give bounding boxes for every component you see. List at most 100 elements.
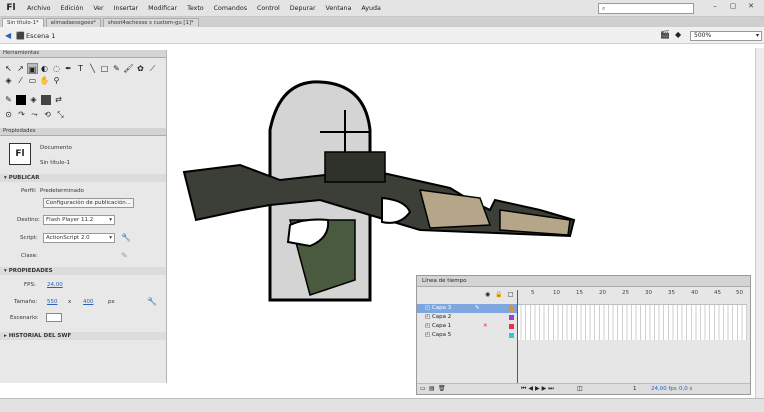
layer-row[interactable]: ◰ Capa 3 ✎ — [417, 304, 517, 313]
hand-tool-icon[interactable]: ✋ — [39, 75, 50, 86]
horizontal-scrollbar[interactable] — [0, 398, 764, 412]
smooth-icon[interactable]: ↷ — [16, 109, 27, 120]
properties-panel-title: Propiedades — [0, 128, 166, 136]
tab-sin-titulo[interactable]: Sin título-1* — [2, 18, 44, 27]
new-layer-icon[interactable]: ▭ — [420, 385, 426, 392]
zoom-select[interactable]: 500% ▾ — [690, 31, 762, 41]
menu-insertar[interactable]: Insertar — [109, 5, 144, 12]
edit-symbol-icon[interactable]: ◆ — [675, 30, 681, 39]
tick-20: 20 — [599, 290, 606, 296]
menu-edicion[interactable]: Edición — [56, 5, 89, 12]
height-value[interactable]: 400 — [83, 299, 94, 305]
onion-skin-icon[interactable]: ◫ — [577, 385, 583, 392]
scene-icon: ⬛ — [16, 32, 25, 40]
timeline-status-bar: ▭ ▤ 🗑 ⏮◀▶▶⏭ ◫ 1 24,00 fps 0,0 s — [417, 383, 750, 394]
tick-15: 15 — [576, 290, 583, 296]
stage-artwork[interactable] — [170, 70, 590, 310]
tick-5: 5 — [531, 290, 535, 296]
tab-alimada[interactable]: alimadaessgoes* — [45, 18, 101, 27]
free-transform-tool-icon[interactable]: ▣ — [27, 63, 38, 74]
pencil-icon[interactable]: ✎ — [121, 251, 128, 260]
document-fl-icon: Fl — [9, 143, 31, 165]
layer-row[interactable]: ◰ Capa 2 — [417, 313, 517, 322]
fill-color-swatch[interactable] — [41, 95, 51, 105]
profile-value: Predeterminado — [40, 188, 84, 194]
paint-bucket-tool-icon[interactable]: ◈ — [3, 75, 14, 86]
delete-layer-icon[interactable]: 🗑 — [438, 385, 446, 392]
fill-color-icon[interactable]: ◈ — [28, 94, 39, 105]
snap-icon[interactable]: ⊙ — [3, 109, 14, 120]
menu-comandos[interactable]: Comandos — [209, 5, 252, 12]
text-tool-icon[interactable]: T — [75, 63, 86, 74]
wrench-icon[interactable]: 🔧 — [147, 297, 157, 306]
layer-color-swatch[interactable] — [509, 324, 514, 329]
rifle-handguard-tan — [418, 189, 492, 229]
edit-scene-icon[interactable]: 🎬 — [660, 30, 670, 39]
minimize-button[interactable]: – — [708, 2, 722, 13]
rotate-icon[interactable]: ⟲ — [42, 109, 53, 120]
publish-section-header[interactable]: ▾ PUBLICAR — [0, 174, 166, 182]
stage-color-swatch[interactable] — [46, 313, 62, 322]
script-select[interactable]: ActionScript 2.0 ▾ — [43, 233, 115, 243]
menu-depurar[interactable]: Depurar — [285, 5, 321, 12]
script-label: Script: — [20, 235, 38, 241]
line-tool-icon[interactable]: ╲ — [87, 63, 98, 74]
new-folder-icon[interactable]: ▤ — [429, 385, 435, 392]
status-time[interactable]: 0,0 s — [679, 386, 692, 392]
layer-color-swatch[interactable] — [509, 306, 514, 311]
stroke-color-swatch[interactable] — [16, 95, 26, 105]
vertical-scrollbar[interactable] — [755, 48, 764, 398]
menu-modificar[interactable]: Modificar — [143, 5, 182, 12]
menu-ventana[interactable]: Ventana — [321, 5, 357, 12]
layer-color-swatch[interactable] — [509, 333, 514, 338]
menu-control[interactable]: Control — [252, 5, 285, 12]
menu-archivo[interactable]: Archivo — [22, 5, 56, 12]
zoom-tool-icon[interactable]: ⚲ — [51, 75, 62, 86]
width-value[interactable]: 550 — [47, 299, 58, 305]
maximize-button[interactable]: ▢ — [726, 2, 740, 13]
menu-texto[interactable]: Texto — [182, 5, 209, 12]
layer-row[interactable]: ◰ Capa 5 — [417, 331, 517, 340]
brush-tool-icon[interactable]: 🖌 — [123, 63, 134, 74]
search-input[interactable]: ⌕ — [598, 3, 694, 14]
tab-shoot[interactable]: shoot4achesse s custom-gu [1]* — [102, 18, 199, 27]
lock-icon[interactable]: 🔒 — [495, 291, 502, 298]
stroke-color-icon[interactable]: ✎ — [3, 94, 14, 105]
fps-value[interactable]: 24,00 — [47, 282, 63, 288]
eraser-tool-icon[interactable]: ▭ — [27, 75, 38, 86]
rectangle-tool-icon[interactable]: □ — [99, 63, 110, 74]
menu-ayuda[interactable]: Ayuda — [356, 5, 385, 12]
straighten-icon[interactable]: ⤳ — [29, 109, 40, 120]
toolbar-grid: ↖ ↗ ▣ ◐ ◌ ✒ T ╲ □ ✎ 🖌 ✿ ⟋ ◈ ⁄ ▭ ✋ ⚲ — [3, 63, 163, 86]
swap-colors-icon[interactable]: ⇄ — [53, 94, 64, 105]
target-select[interactable]: Flash Player 11.2 ▾ — [43, 215, 115, 225]
tick-10: 10 — [553, 290, 560, 296]
current-frame: 1 — [633, 386, 637, 392]
pencil-tool-icon[interactable]: ✎ — [111, 63, 122, 74]
publish-settings-button[interactable]: Configuración de publicación... — [43, 198, 134, 208]
selection-tool-icon[interactable]: ↖ — [3, 63, 14, 74]
playhead[interactable] — [517, 290, 518, 390]
3d-rotation-tool-icon[interactable]: ◐ — [39, 63, 50, 74]
close-button[interactable]: ✕ — [744, 2, 758, 13]
pen-tool-icon[interactable]: ✒ — [63, 63, 74, 74]
layer-row[interactable]: ◰ Capa 1 ✕ — [417, 322, 517, 331]
bone-tool-icon[interactable]: ⟋ — [147, 63, 158, 74]
frame-grid[interactable] — [517, 304, 747, 340]
status-fps[interactable]: 24,00 fps — [651, 386, 677, 392]
history-section-header[interactable]: ▸ HISTORIAL DEL SWF — [0, 332, 166, 340]
scale-icon[interactable]: ⤡ — [55, 109, 66, 120]
decorate-tool-icon[interactable]: ✿ — [135, 63, 146, 74]
back-arrow-icon[interactable]: ◀ — [5, 31, 11, 40]
playback-controls[interactable]: ⏮◀▶▶⏭ — [521, 385, 556, 393]
properties-section-header[interactable]: ▾ PROPIEDADES — [0, 267, 166, 275]
layer-color-swatch[interactable] — [509, 315, 514, 320]
document-name: Sin título-1 — [40, 160, 71, 166]
eyedropper-tool-icon[interactable]: ⁄ — [15, 75, 26, 86]
wrench-icon[interactable]: 🔧 — [121, 233, 131, 242]
eye-icon[interactable]: ◉ — [485, 291, 490, 298]
menu-ver[interactable]: Ver — [88, 5, 108, 12]
subselection-tool-icon[interactable]: ↗ — [15, 63, 26, 74]
lasso-tool-icon[interactable]: ◌ — [51, 63, 62, 74]
outline-icon[interactable]: □ — [508, 291, 514, 298]
